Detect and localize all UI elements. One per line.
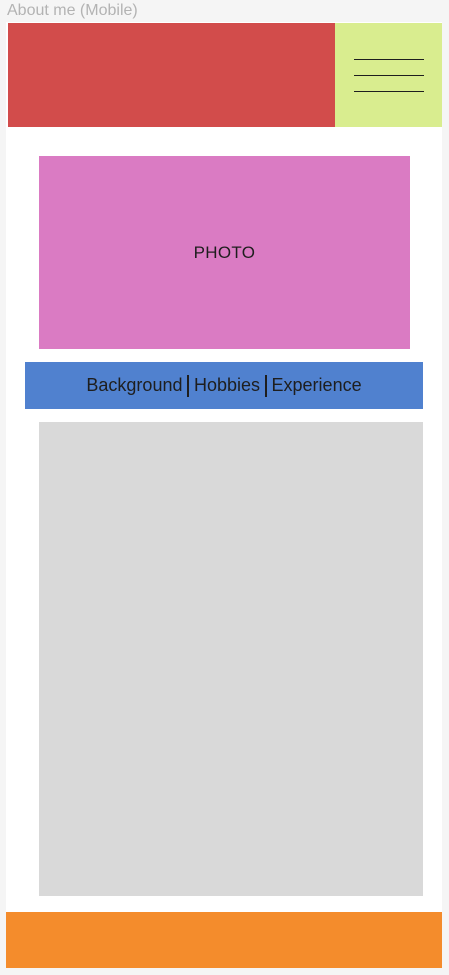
header-banner: [8, 23, 335, 127]
menu-button[interactable]: [335, 23, 442, 127]
section-tabs: Background Hobbies Experience: [25, 362, 423, 409]
frame-label: About me (Mobile): [7, 2, 138, 19]
footer-bar: [6, 912, 442, 968]
tab-separator: [187, 374, 189, 397]
menu-line-top: [354, 59, 424, 60]
photo-placeholder: PHOTO: [39, 156, 410, 349]
menu-line-middle: [354, 75, 424, 76]
menu-line-bottom: [354, 91, 424, 92]
photo-label: PHOTO: [193, 242, 256, 262]
about-me-mobile-frame: PHOTO Background Hobbies Experience: [6, 22, 442, 968]
tab-experience[interactable]: Experience: [272, 375, 362, 396]
tab-background[interactable]: Background: [86, 375, 182, 396]
tab-separator: [265, 374, 267, 397]
tab-hobbies[interactable]: Hobbies: [194, 375, 260, 396]
content-area: [39, 422, 423, 896]
